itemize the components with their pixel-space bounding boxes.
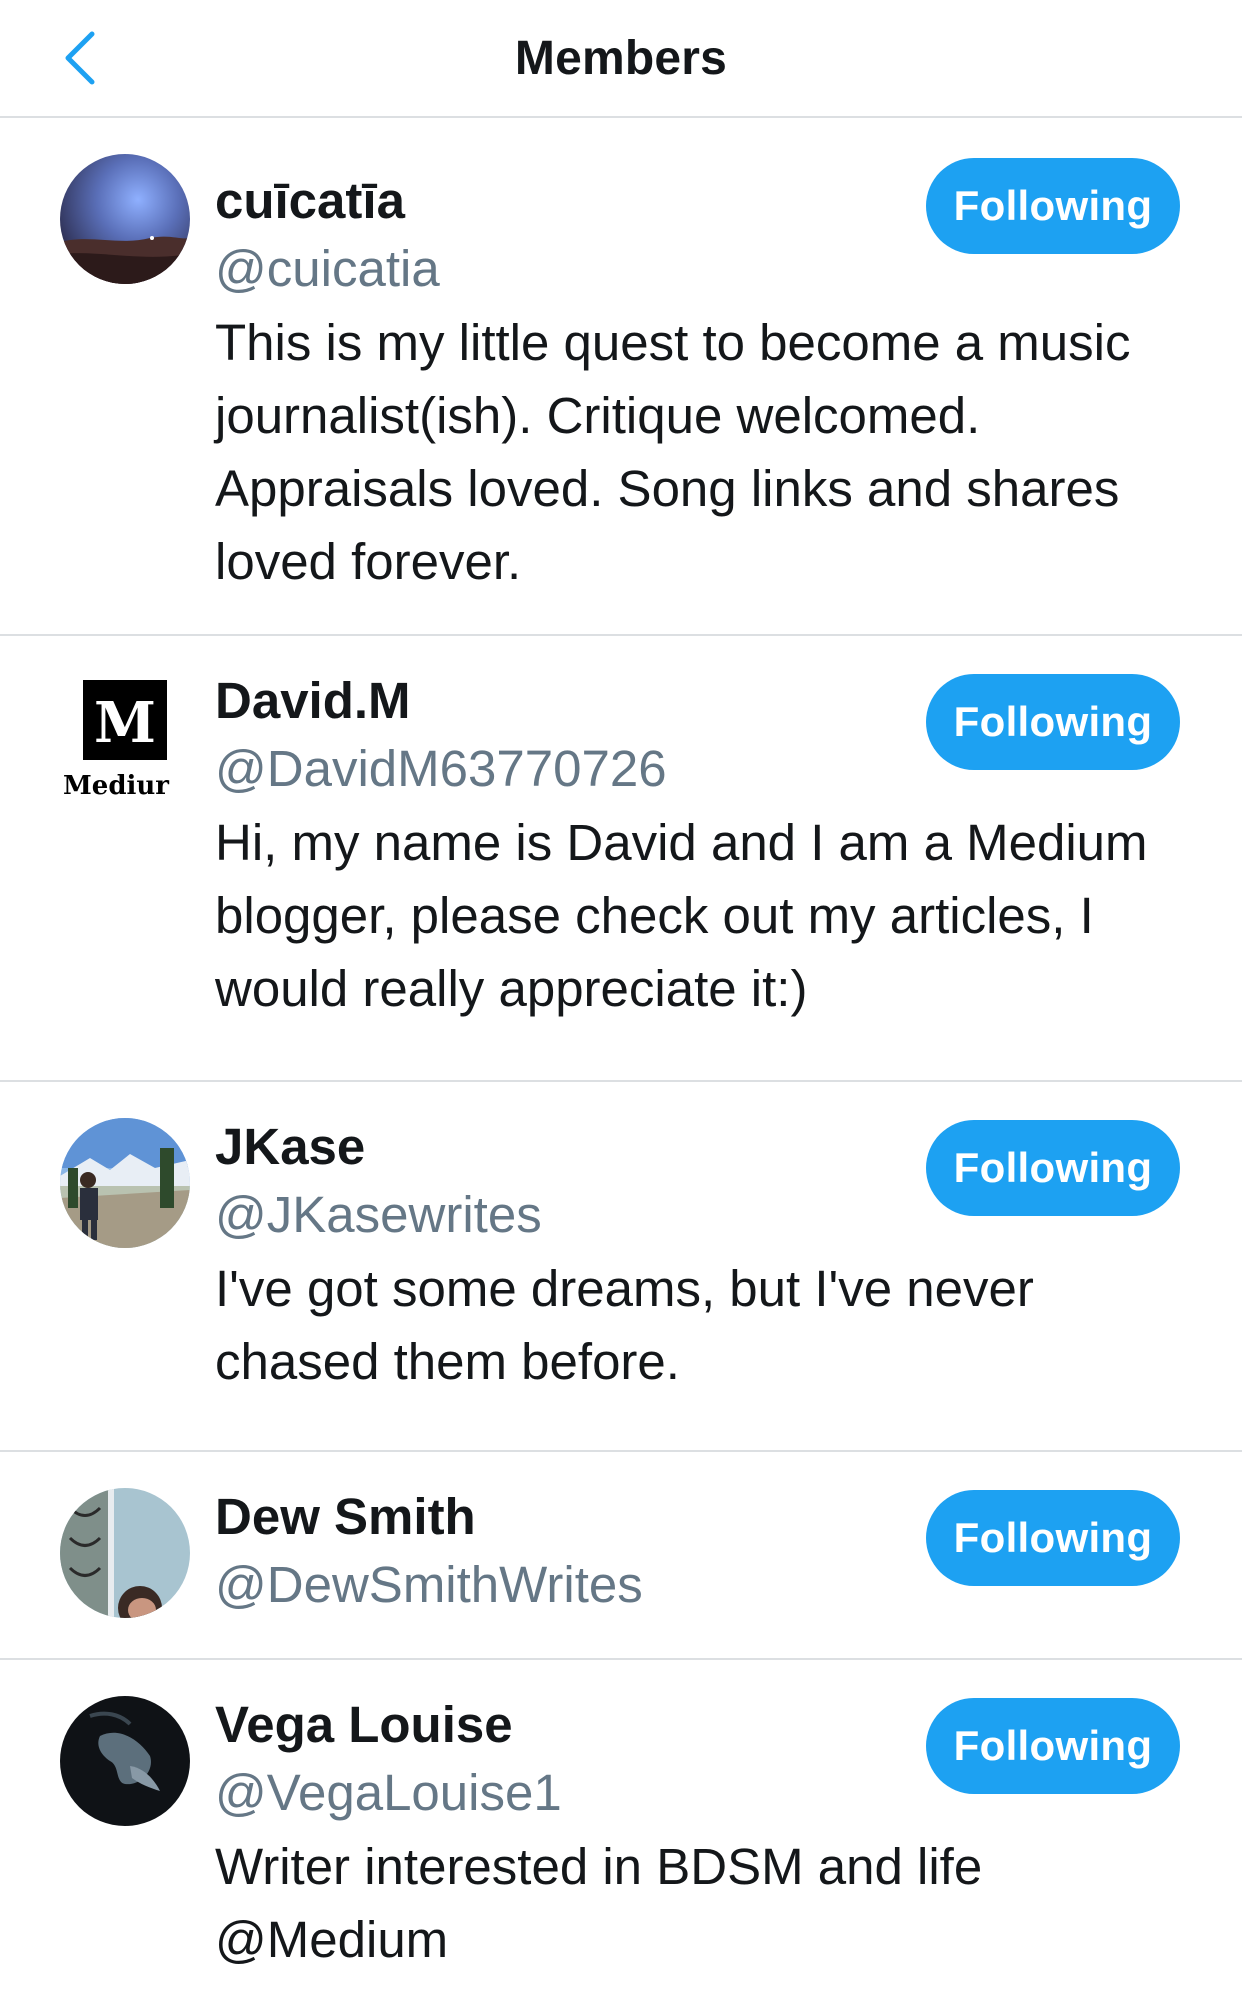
nav-header: Members (0, 0, 1242, 118)
list-item[interactable]: Dew Smith @DewSmithWrites Following (0, 1452, 1242, 1660)
following-button[interactable]: Following (926, 158, 1180, 254)
back-button[interactable] (40, 18, 120, 98)
following-button[interactable]: Following (926, 1698, 1180, 1794)
list-item[interactable]: cuīcatīa @cuicatia This is my little que… (0, 118, 1242, 636)
avatar[interactable] (60, 1696, 190, 1826)
member-bio: I've got some dreams, but I've never cha… (215, 1260, 1034, 1390)
member-bio: Writer interested in BDSM and life @Medi… (215, 1838, 983, 1968)
avatar[interactable] (60, 1118, 190, 1248)
avatar[interactable] (60, 154, 190, 284)
list-item[interactable]: Vega Louise @VegaLouise1 Writer interest… (0, 1660, 1242, 1999)
member-bio: This is my little quest to become a musi… (215, 314, 1131, 590)
members-screen: Members cuīcatīa @cuicatia This is my li… (0, 0, 1242, 1999)
avatar[interactable]: M Mediur (60, 672, 190, 802)
list-item[interactable]: JKase @JKasewrites I've got some dreams,… (0, 1082, 1242, 1452)
list-item[interactable]: M Mediur David.M @DavidM63770726 Hi, my … (0, 636, 1242, 1082)
member-list: cuīcatīa @cuicatia This is my little que… (0, 118, 1242, 1999)
member-bio: Hi, my name is David and I am a Medium b… (215, 814, 1148, 1017)
medium-logo-caption: Mediur (63, 771, 169, 801)
following-button[interactable]: Following (926, 674, 1180, 770)
page-title: Members (514, 31, 728, 85)
chevron-left-icon (65, 31, 95, 85)
following-button[interactable]: Following (926, 1490, 1180, 1586)
medium-logo-letter: M (94, 690, 156, 756)
avatar[interactable] (60, 1488, 190, 1618)
following-button[interactable]: Following (926, 1120, 1180, 1216)
